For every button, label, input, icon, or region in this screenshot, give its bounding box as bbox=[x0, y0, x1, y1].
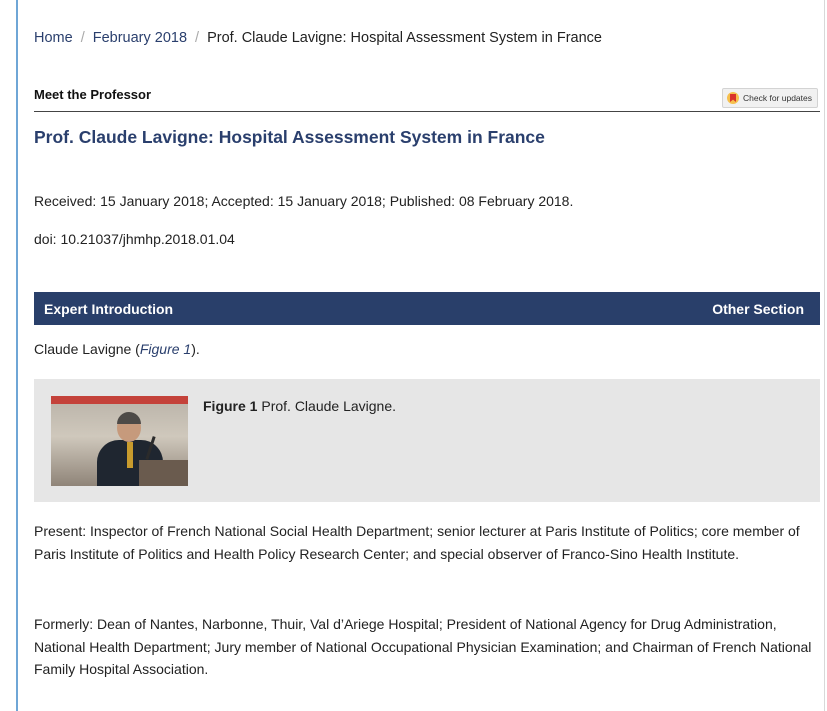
article-title: Prof. Claude Lavigne: Hospital Assessmen… bbox=[34, 127, 545, 147]
figure-banner bbox=[51, 396, 188, 404]
intro-text: Claude Lavigne (Figure 1). bbox=[34, 341, 200, 357]
figure-caption: Figure 1 Prof. Claude Lavigne. bbox=[203, 398, 396, 414]
intro-text-before: Claude Lavigne ( bbox=[34, 341, 140, 357]
breadcrumb-home-link[interactable]: Home bbox=[34, 30, 73, 46]
section-header: Meet the Professor Check for updates bbox=[34, 84, 820, 112]
bookmark-badge-icon bbox=[727, 92, 740, 104]
figure-person-tie bbox=[127, 442, 133, 468]
figure-person-hair bbox=[117, 412, 141, 424]
figure-caption-text: Prof. Claude Lavigne. bbox=[261, 398, 396, 414]
article-dates: Received: 15 January 2018; Accepted: 15 … bbox=[34, 193, 574, 209]
section-label: Meet the Professor bbox=[34, 87, 152, 102]
breadcrumb-current: Prof. Claude Lavigne: Hospital Assessmen… bbox=[207, 30, 602, 46]
figure-box: Figure 1 Prof. Claude Lavigne. bbox=[34, 379, 820, 502]
breadcrumb-separator: / bbox=[195, 30, 200, 46]
figure-1-thumbnail[interactable] bbox=[51, 396, 188, 486]
article-doi: doi: 10.21037/jhmhp.2018.01.04 bbox=[34, 231, 235, 247]
check-for-updates-label: Check for updates bbox=[743, 93, 812, 103]
other-section-link[interactable]: Other Section bbox=[712, 301, 804, 317]
figure-podium bbox=[139, 460, 188, 486]
figure-1-link[interactable]: Figure 1 bbox=[140, 341, 191, 357]
figure-label: Figure 1 bbox=[203, 398, 258, 414]
intro-text-after: ). bbox=[191, 341, 200, 357]
section-bar-title: Expert Introduction bbox=[44, 301, 174, 317]
breadcrumb-issue-link[interactable]: February 2018 bbox=[93, 30, 187, 46]
check-for-updates-button[interactable]: Check for updates bbox=[722, 88, 818, 108]
breadcrumb: Home / February 2018 / Prof. Claude Lavigne:… bbox=[34, 30, 602, 46]
breadcrumb-separator: / bbox=[80, 30, 85, 46]
present-paragraph: Present: Inspector of French National So… bbox=[34, 523, 800, 562]
page-frame: Home / February 2018 / Prof. Claude Lavigne:… bbox=[16, 0, 825, 711]
section-bar: Expert Introduction Other Section bbox=[34, 292, 820, 325]
formerly-paragraph: Formerly: Dean of Nantes, Narbonne, Thui… bbox=[34, 616, 812, 677]
